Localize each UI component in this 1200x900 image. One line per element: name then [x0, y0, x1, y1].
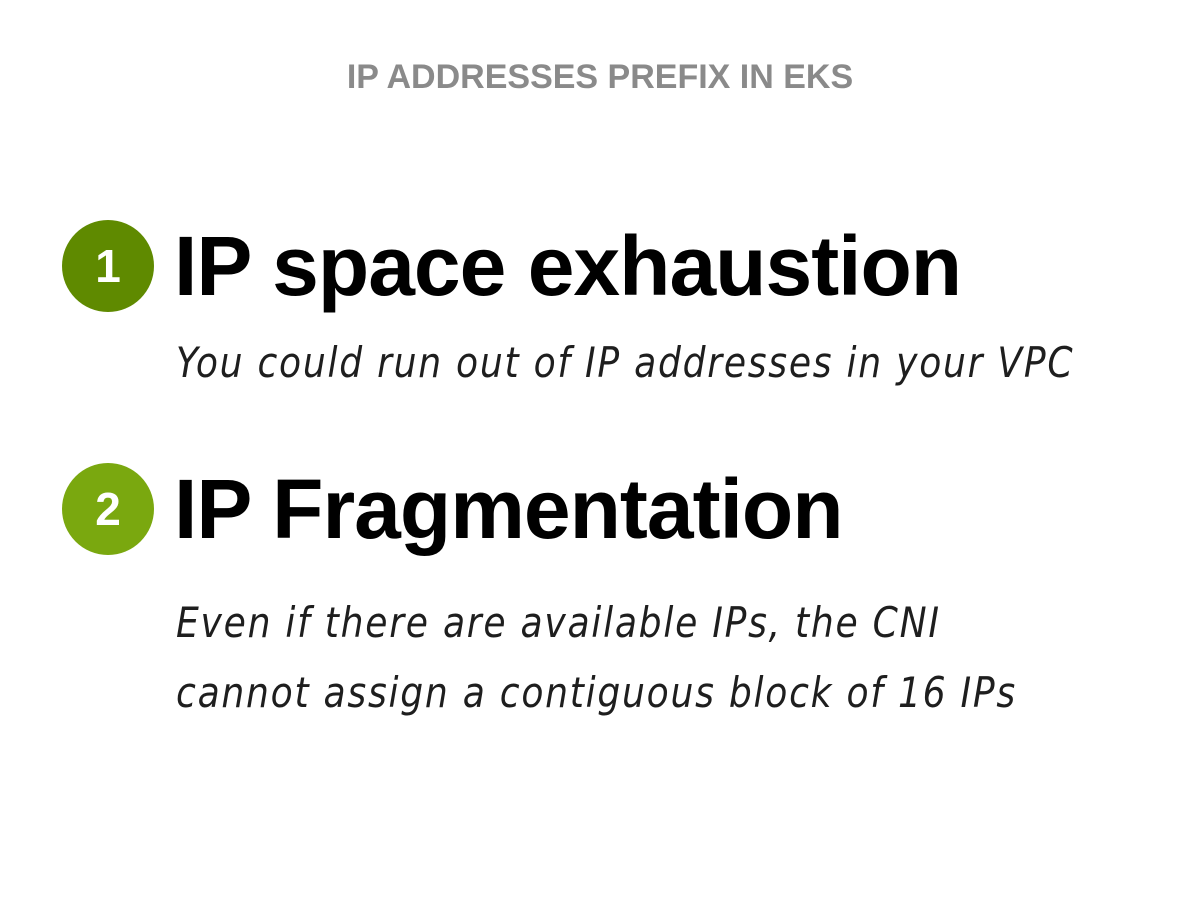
point-2-heading: IP Fragmentation — [174, 462, 844, 556]
point-1-note: You could run out of IP addresses in you… — [176, 338, 1075, 387]
point-2-note-line-2: cannot assign a contiguous block of 16 I… — [176, 668, 1017, 717]
slide-kicker-title: IP ADDRESSES PREFIX IN EKS — [346, 58, 854, 96]
point-2-note-line-1: Even if there are available IPs, the CNI — [176, 598, 941, 647]
number-badge-2: 2 — [62, 463, 154, 555]
number-badge-1: 1 — [62, 220, 154, 312]
point-1-heading: IP space exhaustion — [174, 219, 962, 313]
